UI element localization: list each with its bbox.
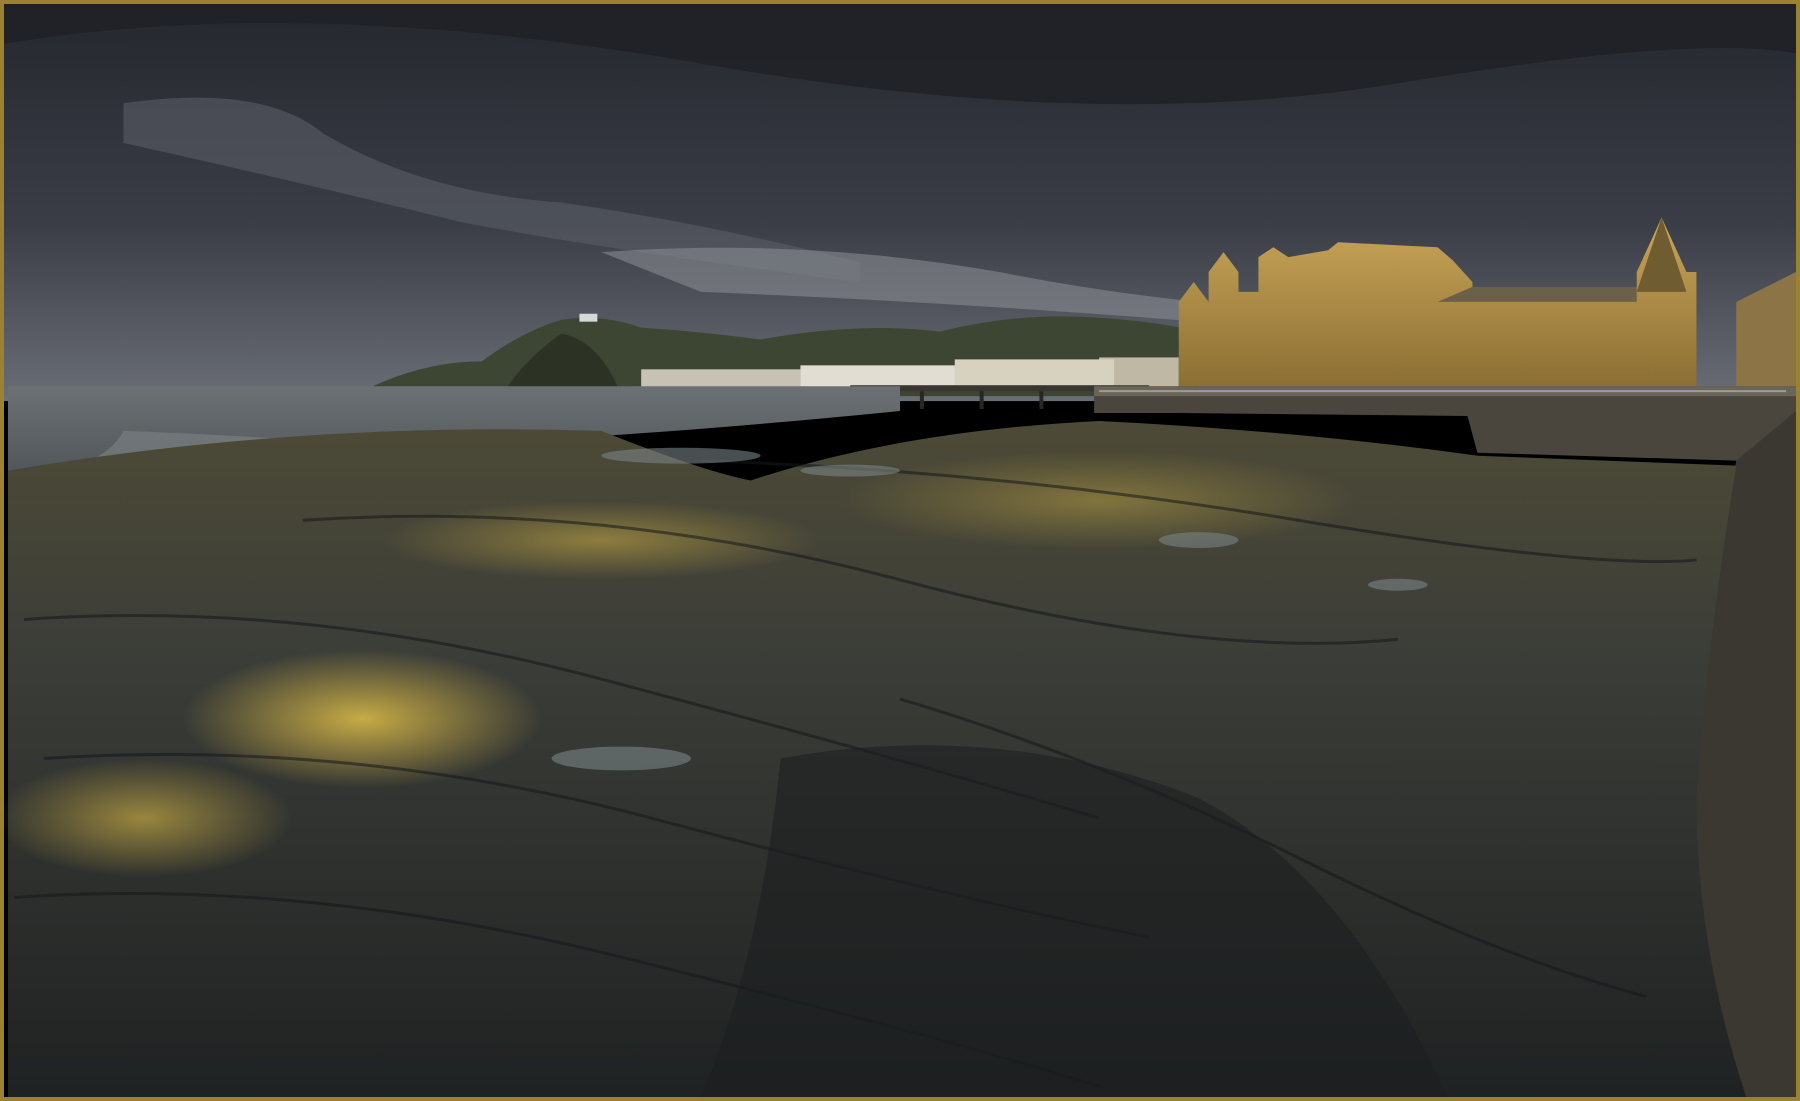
sunlit-rock <box>382 500 821 580</box>
photo-frame <box>0 0 1800 1101</box>
sunlit-rock <box>840 450 1358 551</box>
hilltop-monument <box>579 313 598 322</box>
seascape-photo <box>4 4 1796 1097</box>
sunlit-rock <box>4 758 293 878</box>
sunlit-rock <box>183 649 542 789</box>
